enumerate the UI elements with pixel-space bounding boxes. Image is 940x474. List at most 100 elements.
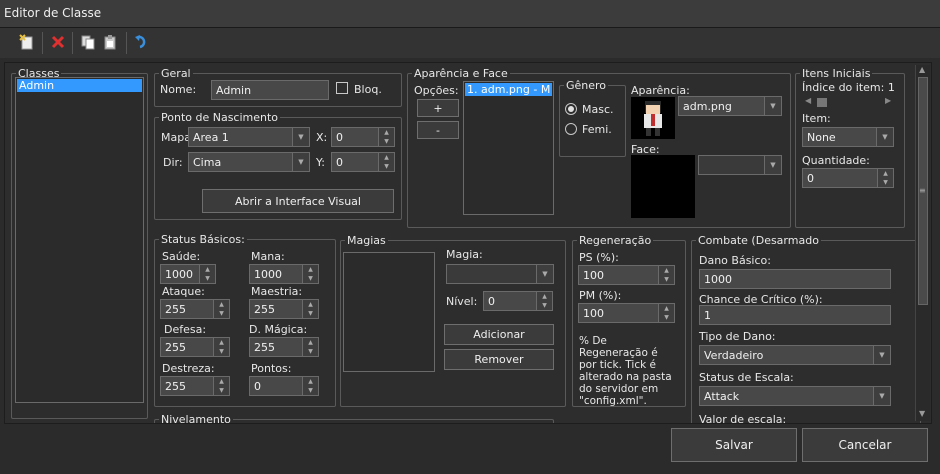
mp-label: Mana: bbox=[251, 250, 285, 263]
spawn-title: Ponto de Nascimento bbox=[161, 111, 279, 124]
item-select[interactable]: None ▼ bbox=[802, 127, 894, 147]
regen-hp-stepper[interactable]: 100 ▲ ▼ bbox=[578, 265, 675, 285]
regen-mp-stepper[interactable]: 100 ▲ ▼ bbox=[578, 303, 675, 323]
y-label: Y: bbox=[316, 156, 325, 169]
items-title: Itens Iniciais bbox=[802, 67, 871, 80]
male-radio[interactable] bbox=[565, 103, 577, 115]
lock-checkbox[interactable] bbox=[336, 82, 348, 94]
scroll-up-icon[interactable]: ▲ bbox=[919, 65, 925, 74]
dexterity-label: Destreza: bbox=[162, 362, 215, 375]
undo-icon[interactable] bbox=[132, 32, 152, 52]
magic-list[interactable] bbox=[343, 252, 435, 372]
scroll-thumb[interactable] bbox=[817, 98, 827, 107]
quantity-label: Quantidade: bbox=[802, 154, 870, 167]
chevron-left-icon[interactable]: ◀ bbox=[805, 96, 811, 105]
item-index-label: Índice do item: 1 bbox=[802, 81, 895, 94]
classes-list[interactable]: Admin bbox=[15, 77, 144, 403]
y-stepper[interactable]: 0 ▲ ▼ bbox=[331, 152, 395, 172]
male-label: Masc. bbox=[582, 103, 614, 116]
scale-value-label: Valor de escala: bbox=[699, 413, 787, 424]
appearance-list[interactable]: 1. adm.png - M bbox=[463, 81, 554, 215]
paste-icon[interactable] bbox=[100, 32, 120, 52]
base-damage-label: Dano Básico: bbox=[699, 254, 771, 267]
stats-title: Status Básicos: bbox=[161, 233, 245, 246]
map-label: Mapa bbox=[161, 131, 191, 144]
regen-hp-label: PS (%): bbox=[579, 251, 619, 264]
hp-label: Saúde: bbox=[162, 250, 201, 263]
appearance-title: Aparência e Face bbox=[414, 67, 508, 80]
mp-stepper[interactable]: 1000 ▲ ▼ bbox=[249, 264, 319, 284]
name-input[interactable]: Admin bbox=[211, 80, 329, 100]
options-label: Opções: bbox=[414, 84, 459, 97]
copy-icon[interactable] bbox=[78, 32, 98, 52]
editor-panel: Classes Admin Geral Nome: Admin Bloq. Po… bbox=[4, 62, 932, 424]
mastery-stepper[interactable]: 255 ▲ ▼ bbox=[249, 299, 319, 319]
magic-select[interactable]: ▼ bbox=[446, 264, 554, 284]
female-label: Femi. bbox=[582, 123, 612, 136]
leveling-group: Nivelamento bbox=[154, 413, 554, 423]
vertical-scrollbar[interactable]: ▲ ≡ ▼ bbox=[915, 65, 930, 421]
item-label: Item: bbox=[802, 112, 831, 125]
damage-type-select[interactable]: Verdadeiro ▼ bbox=[699, 345, 891, 365]
magic-title: Magias bbox=[347, 234, 386, 247]
remove-appearance-button[interactable]: - bbox=[417, 121, 459, 139]
points-label: Pontos: bbox=[251, 362, 292, 375]
save-button[interactable]: Salvar bbox=[671, 428, 797, 462]
scaling-select[interactable]: Attack ▼ bbox=[699, 386, 891, 406]
attack-label: Ataque: bbox=[162, 285, 205, 298]
quantity-stepper[interactable]: 0 ▲ ▼ bbox=[802, 168, 894, 188]
list-item[interactable]: Admin bbox=[17, 79, 142, 92]
remove-magic-button[interactable]: Remover bbox=[444, 349, 554, 370]
list-item[interactable]: 1. adm.png - M bbox=[465, 83, 552, 96]
name-label: Nome: bbox=[160, 83, 197, 96]
toolbar bbox=[0, 28, 940, 58]
female-radio[interactable] bbox=[565, 123, 577, 135]
new-icon[interactable] bbox=[17, 32, 37, 52]
damage-type-label: Tipo de Dano: bbox=[699, 330, 776, 343]
footer: Salvar Cancelar bbox=[0, 424, 940, 474]
face-select[interactable]: ▼ bbox=[698, 155, 782, 175]
regen-mp-label: PM (%): bbox=[579, 289, 622, 302]
scroll-down-icon[interactable]: ▼ bbox=[919, 409, 925, 418]
title-bar: Editor de Classe bbox=[0, 0, 940, 28]
lock-label: Bloq. bbox=[354, 83, 382, 96]
general-title: Geral bbox=[161, 67, 191, 80]
face-preview bbox=[631, 155, 695, 218]
map-select[interactable]: Area 1 ▼ bbox=[188, 127, 310, 147]
x-label: X: bbox=[316, 131, 328, 144]
window-title: Editor de Classe bbox=[4, 6, 102, 20]
add-appearance-button[interactable]: + bbox=[417, 99, 459, 117]
item-index-scrollbar[interactable]: ◀ ▶ bbox=[805, 96, 893, 108]
grip-icon: ≡ bbox=[919, 186, 926, 195]
magic-defense-stepper[interactable]: 255 ▲ ▼ bbox=[249, 337, 319, 357]
chevron-right-icon[interactable]: ▶ bbox=[885, 96, 891, 105]
magic-level-stepper[interactable]: 0 ▲ ▼ bbox=[483, 291, 553, 311]
hp-stepper[interactable]: 1000 ▲ ▼ bbox=[160, 264, 216, 284]
scaling-label: Status de Escala: bbox=[699, 371, 794, 384]
scroll-thumb[interactable]: ≡ bbox=[918, 77, 928, 305]
magic-defense-label: D. Mágica: bbox=[249, 323, 308, 336]
gender-title: Gênero bbox=[566, 79, 607, 92]
defense-stepper[interactable]: 255 ▲ ▼ bbox=[160, 337, 230, 357]
add-magic-button[interactable]: Adicionar bbox=[444, 324, 554, 345]
regen-title: Regeneração bbox=[579, 234, 652, 247]
mastery-label: Maestria: bbox=[251, 285, 303, 298]
sprite-select[interactable]: adm.png ▼ bbox=[678, 96, 782, 116]
crit-input[interactable]: 1 bbox=[699, 305, 891, 325]
defense-label: Defesa: bbox=[164, 323, 207, 336]
sprite-preview bbox=[631, 97, 675, 139]
base-damage-input[interactable]: 1000 bbox=[699, 269, 891, 289]
points-stepper[interactable]: 0 ▲ ▼ bbox=[249, 376, 319, 396]
attack-stepper[interactable]: 255 ▲ ▼ bbox=[160, 299, 230, 319]
regen-note: % De Regeneração é por tick. Tick é alte… bbox=[579, 335, 672, 407]
delete-icon[interactable] bbox=[48, 32, 68, 52]
open-visual-button[interactable]: Abrir a Interface Visual bbox=[202, 189, 394, 213]
dexterity-stepper[interactable]: 255 ▲ ▼ bbox=[160, 376, 230, 396]
dir-label: Dir: bbox=[163, 156, 183, 169]
gender-group: Gênero bbox=[559, 79, 626, 157]
dir-select[interactable]: Cima ▼ bbox=[188, 152, 310, 172]
combat-title: Combate (Desarmado bbox=[698, 234, 819, 247]
x-stepper[interactable]: 0 ▲ ▼ bbox=[331, 127, 395, 147]
magic-level-label: Nível: bbox=[446, 295, 478, 308]
cancel-button[interactable]: Cancelar bbox=[802, 428, 928, 462]
